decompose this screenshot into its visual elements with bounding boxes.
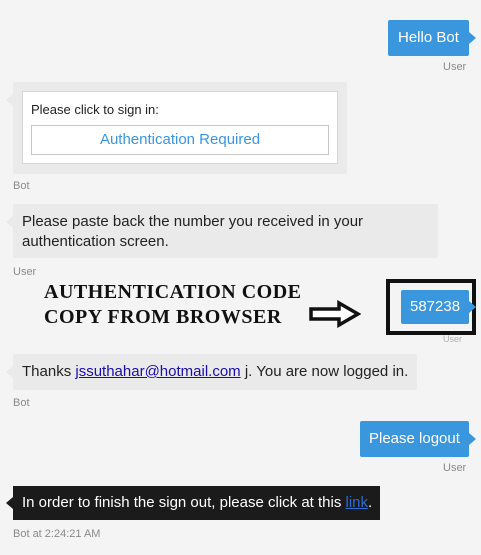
annotation-line2: COPY FROM BROWSER: [44, 306, 282, 328]
signout-link[interactable]: link: [346, 494, 369, 511]
sender-label: User: [443, 334, 463, 344]
thanks-prefix: Thanks: [22, 363, 76, 380]
signin-prompt: Please click to sign in:: [31, 102, 159, 117]
authentication-required-button[interactable]: Authentication Required: [31, 125, 329, 155]
sender-label: User: [13, 266, 37, 278]
auth-code-text: 587238: [410, 298, 461, 315]
annotation-text: AUTHENTICATION CODE COPY FROM BROWSER: [44, 281, 302, 329]
sender-label: Bot: [13, 180, 30, 192]
paste-request-message: Please paste back the number you receive…: [6, 204, 438, 258]
signin-card: Please click to sign in: Authentication …: [22, 91, 338, 164]
right-arrow-icon: [309, 300, 361, 328]
signout-message: In order to finish the sign out, please …: [6, 486, 380, 520]
annotation-line1: AUTHENTICATION CODE: [44, 281, 302, 303]
thanks-message: Thanks jssuthahar@hotmail.com j. You are…: [5, 354, 418, 390]
message-text: Please logout: [369, 430, 460, 447]
sender-label: User: [443, 61, 467, 73]
signout-prefix: In order to finish the sign out, please …: [22, 494, 346, 511]
sender-label: User: [443, 462, 467, 474]
message-text-line2: authentication screen.: [22, 233, 169, 250]
sender-label: Bot: [13, 397, 30, 409]
email-link[interactable]: jssuthahar@hotmail.com: [75, 363, 240, 380]
auth-code-message: 587238: [401, 290, 477, 324]
hello-bot-message: Hello Bot: [388, 20, 476, 56]
timestamp-label: Bot at 2:24:21 AM: [13, 528, 101, 540]
thanks-suffix: j. You are now logged in.: [240, 363, 409, 380]
message-text: Hello Bot: [398, 29, 459, 46]
signout-suffix: .: [368, 494, 373, 511]
message-text-line1: Please paste back the number you receive…: [22, 213, 364, 230]
logout-message: Please logout: [360, 421, 476, 457]
